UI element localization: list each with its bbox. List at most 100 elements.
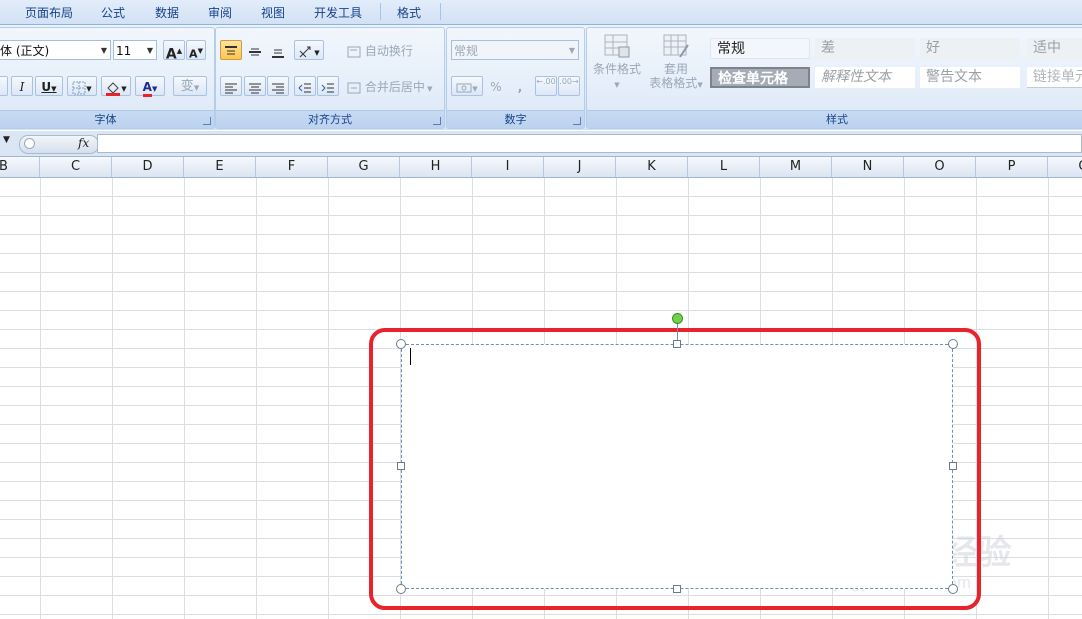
style-cell-neutral[interactable]: 适中: [1027, 38, 1082, 59]
column-header-row: B C D E F G H I J K L M N O P Q: [0, 157, 1082, 178]
text-box[interactable]: [401, 344, 953, 589]
merge-cells-icon: [347, 82, 361, 93]
number-format-combo[interactable]: 常规 ▼: [451, 40, 579, 60]
column-header[interactable]: F: [256, 157, 328, 177]
column-header[interactable]: O: [904, 157, 976, 177]
align-center-button[interactable]: [244, 76, 266, 96]
format-as-table-label-2: 表格格式: [649, 76, 698, 90]
column-header[interactable]: C: [40, 157, 112, 177]
tab-format[interactable]: 格式: [397, 4, 421, 21]
shrink-font-button[interactable]: A▼: [186, 40, 206, 61]
align-left-button[interactable]: [220, 76, 242, 96]
italic-button[interactable]: I: [11, 76, 33, 96]
resize-handle-right[interactable]: [949, 462, 957, 470]
column-header[interactable]: J: [544, 157, 616, 177]
resize-handle-top-left[interactable]: [396, 339, 406, 349]
column-header[interactable]: D: [112, 157, 184, 177]
grow-font-button[interactable]: A▲: [163, 40, 185, 63]
tab-page-layout[interactable]: 页面布局: [25, 4, 73, 21]
expand-circle-icon[interactable]: [24, 138, 35, 149]
comma-button[interactable]: ,: [509, 76, 531, 96]
font-color-button[interactable]: A▼: [135, 76, 165, 97]
style-cell-check-cell[interactable]: 检查单元格: [710, 67, 810, 88]
column-header[interactable]: E: [184, 157, 256, 177]
column-header[interactable]: P: [976, 157, 1048, 177]
align-middle-button[interactable]: [244, 40, 266, 60]
currency-icon: [456, 83, 472, 92]
tab-review[interactable]: 审阅: [208, 4, 232, 21]
increase-decimal-button[interactable]: ←.00: [535, 76, 557, 96]
font-name-combo[interactable]: 体 (正文) ▼: [0, 40, 111, 60]
fill-color-button[interactable]: ▼: [101, 76, 131, 96]
wrap-text-button[interactable]: 自动换行: [346, 40, 436, 60]
paint-bucket-icon: [106, 81, 121, 96]
underline-button[interactable]: U▼: [35, 76, 63, 96]
tab-developer[interactable]: 开发工具: [314, 4, 362, 21]
conditional-format-button[interactable]: 条件格式 ▼: [589, 32, 645, 96]
column-header[interactable]: B: [0, 157, 40, 177]
style-cell-explanatory[interactable]: 解释性文本: [815, 67, 915, 88]
resize-handle-bottom-left[interactable]: [396, 584, 406, 594]
resize-handle-top-right[interactable]: [948, 339, 958, 349]
align-center-icon: [249, 83, 261, 93]
align-top-icon: [225, 45, 237, 54]
column-header[interactable]: G: [328, 157, 400, 177]
decrease-indent-icon: [298, 83, 311, 92]
conditional-format-icon: [604, 34, 630, 58]
number-format-value: 常规: [454, 44, 479, 58]
resize-handle-bottom-right[interactable]: [948, 584, 958, 594]
align-bottom-button[interactable]: [267, 40, 289, 60]
dialog-launcher-icon[interactable]: [433, 117, 441, 125]
tab-view[interactable]: 视图: [261, 4, 285, 21]
align-right-button[interactable]: [267, 76, 289, 96]
font-group: 体 (正文) ▼ 11 ▼ A▲ A▼ I U▼ ▼ ▼ A▼ 变▼ 字体: [0, 27, 215, 129]
column-header[interactable]: N: [832, 157, 904, 177]
insert-function-icon[interactable]: fx: [78, 136, 89, 150]
column-header[interactable]: Q: [1048, 157, 1082, 177]
column-header[interactable]: L: [688, 157, 760, 177]
font-size-combo[interactable]: 11 ▼: [113, 40, 157, 60]
phonetic-button[interactable]: 变▼: [173, 76, 207, 96]
currency-button[interactable]: ▼: [451, 76, 483, 96]
style-cell-normal[interactable]: 常规: [710, 38, 810, 59]
dropdown-arrow-icon[interactable]: ▼: [147, 41, 153, 61]
format-as-table-button[interactable]: 套用 表格格式▼: [645, 32, 707, 102]
resize-handle-top[interactable]: [673, 340, 681, 348]
dialog-launcher-icon[interactable]: [573, 117, 581, 125]
dialog-launcher-icon[interactable]: [203, 117, 211, 125]
dropdown-arrow-icon[interactable]: ▼: [569, 41, 575, 61]
percent-button[interactable]: %: [485, 76, 507, 96]
styles-group-label: 样式: [587, 110, 1082, 128]
resize-handle-left[interactable]: [397, 462, 405, 470]
bold-button[interactable]: [0, 76, 8, 96]
tab-formulas[interactable]: 公式: [101, 4, 125, 21]
column-header[interactable]: K: [616, 157, 688, 177]
column-header[interactable]: H: [400, 157, 472, 177]
merge-center-button[interactable]: 合并后居中 ▼: [346, 76, 441, 96]
decrease-decimal-button[interactable]: .00→: [558, 76, 580, 96]
style-cell-warning[interactable]: 警告文本: [920, 67, 1020, 88]
column-header[interactable]: M: [760, 157, 832, 177]
tab-data[interactable]: 数据: [155, 4, 179, 21]
decrease-indent-button[interactable]: [294, 76, 316, 96]
tab-separator: [380, 3, 381, 20]
font-size-value: 11: [116, 44, 132, 58]
column-header[interactable]: I: [472, 157, 544, 177]
rotation-handle[interactable]: [672, 313, 683, 324]
align-bottom-icon: [272, 49, 284, 58]
formula-input[interactable]: [97, 134, 1082, 153]
wrap-text-icon: [347, 46, 361, 57]
style-cell-good[interactable]: 好: [920, 38, 1020, 59]
resize-handle-bottom[interactable]: [673, 585, 681, 593]
alignment-group-label: 对齐方式: [216, 110, 444, 128]
font-name-value: 体 (正文): [0, 44, 50, 58]
align-top-button[interactable]: [220, 40, 242, 60]
borders-button[interactable]: ▼: [67, 76, 97, 96]
increase-indent-button[interactable]: [317, 76, 339, 96]
dropdown-arrow-icon[interactable]: ▼: [101, 41, 107, 61]
style-cell-linked[interactable]: 链接单元: [1027, 67, 1082, 88]
align-middle-icon: [249, 48, 261, 55]
orientation-button[interactable]: ▼: [294, 40, 324, 60]
name-box-dropdown-icon[interactable]: ▼: [3, 135, 10, 145]
style-cell-bad[interactable]: 差: [815, 38, 915, 59]
